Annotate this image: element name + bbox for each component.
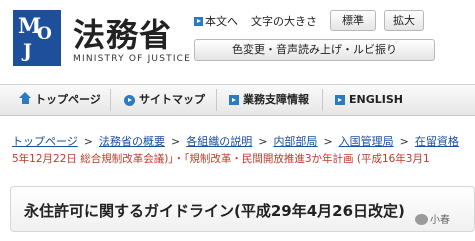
logo-letter-j: J — [23, 40, 32, 62]
breadcrumb-separator: > — [83, 135, 93, 148]
breadcrumb-separator: > — [258, 135, 268, 148]
nav-divider — [216, 89, 217, 111]
arrow-square-icon — [194, 17, 203, 26]
breadcrumb-separator: > — [323, 135, 333, 148]
nav-item-sitemap[interactable]: サイトマップ — [124, 85, 205, 115]
breadcrumb: トップページ > 法務省の概要 > 各組織の説明 > 内部部局 > 入国管理局 > 在留資格 — [12, 133, 475, 149]
skip-to-content-link[interactable]: 本文へ — [194, 13, 238, 29]
breadcrumb-link-residence-status[interactable]: 在留資格 — [415, 135, 459, 148]
breadcrumb-link-immigration[interactable]: 入国管理局 — [339, 135, 394, 148]
breadcrumb-link-organizations[interactable]: 各組織の説明 — [186, 135, 252, 148]
page-title: 永住許可に関するガイドライン(平成29年4月26日改定) — [24, 202, 405, 220]
arrow-square-icon — [335, 95, 345, 105]
arrow-circle-icon — [124, 94, 135, 106]
moj-logo[interactable]: M O J — [13, 10, 61, 66]
site-subtitle: MINISTRY OF JUSTICE — [73, 54, 192, 64]
watermark-label: 小春 — [430, 215, 450, 226]
nav-item-top-label: トップページ — [35, 93, 101, 106]
breadcrumb-separator: > — [171, 135, 181, 148]
watermark: 小春 — [415, 211, 450, 226]
logo-letter-o: O — [37, 24, 52, 44]
nav-item-english-label: ENGLISH — [349, 93, 403, 106]
accessibility-button[interactable]: 色変更・音声読み上げ・ルビ振り — [194, 39, 435, 61]
font-large-button[interactable]: 拡大 — [384, 10, 424, 31]
arrow-square-icon — [229, 95, 239, 105]
global-nav: トップページ サイトマップ 業務支障情報 ENGLISH — [0, 84, 475, 116]
nav-item-top[interactable]: トップページ — [19, 85, 101, 115]
nav-item-disruption-label: 業務支障情報 — [243, 93, 309, 106]
nav-item-disruption[interactable]: 業務支障情報 — [229, 85, 309, 115]
font-size-label: 文字の大きさ — [251, 15, 317, 28]
breadcrumb-link-bureaus[interactable]: 内部部局 — [273, 135, 317, 148]
breadcrumb-link-top[interactable]: トップページ — [12, 135, 78, 148]
site-header: M O J 法務省 MINISTRY OF JUSTICE 本文へ 文字の大きさ… — [0, 0, 475, 80]
nav-divider — [110, 89, 111, 111]
nav-divider — [322, 89, 323, 111]
utility-row: 本文へ 文字の大きさ 標準 拡大 — [194, 10, 475, 32]
font-standard-button[interactable]: 標準 — [330, 10, 376, 31]
page-title-box: 永住許可に関するガイドライン(平成29年4月26日改定) — [10, 186, 475, 232]
chat-icon — [415, 214, 428, 225]
site-title[interactable]: 法務省 — [73, 10, 172, 56]
breadcrumb-separator: > — [399, 135, 409, 148]
nav-item-english[interactable]: ENGLISH — [335, 85, 403, 115]
breadcrumb-link-overview[interactable]: 法務省の概要 — [99, 135, 165, 148]
related-reference-text: 5年12月22日 総合規制改革会議)」・「規制改革・民間開放推進3か年計画 (平… — [12, 153, 430, 165]
home-icon — [19, 92, 31, 105]
nav-item-sitemap-label: サイトマップ — [139, 93, 205, 106]
skip-to-content-label: 本文へ — [205, 15, 238, 28]
